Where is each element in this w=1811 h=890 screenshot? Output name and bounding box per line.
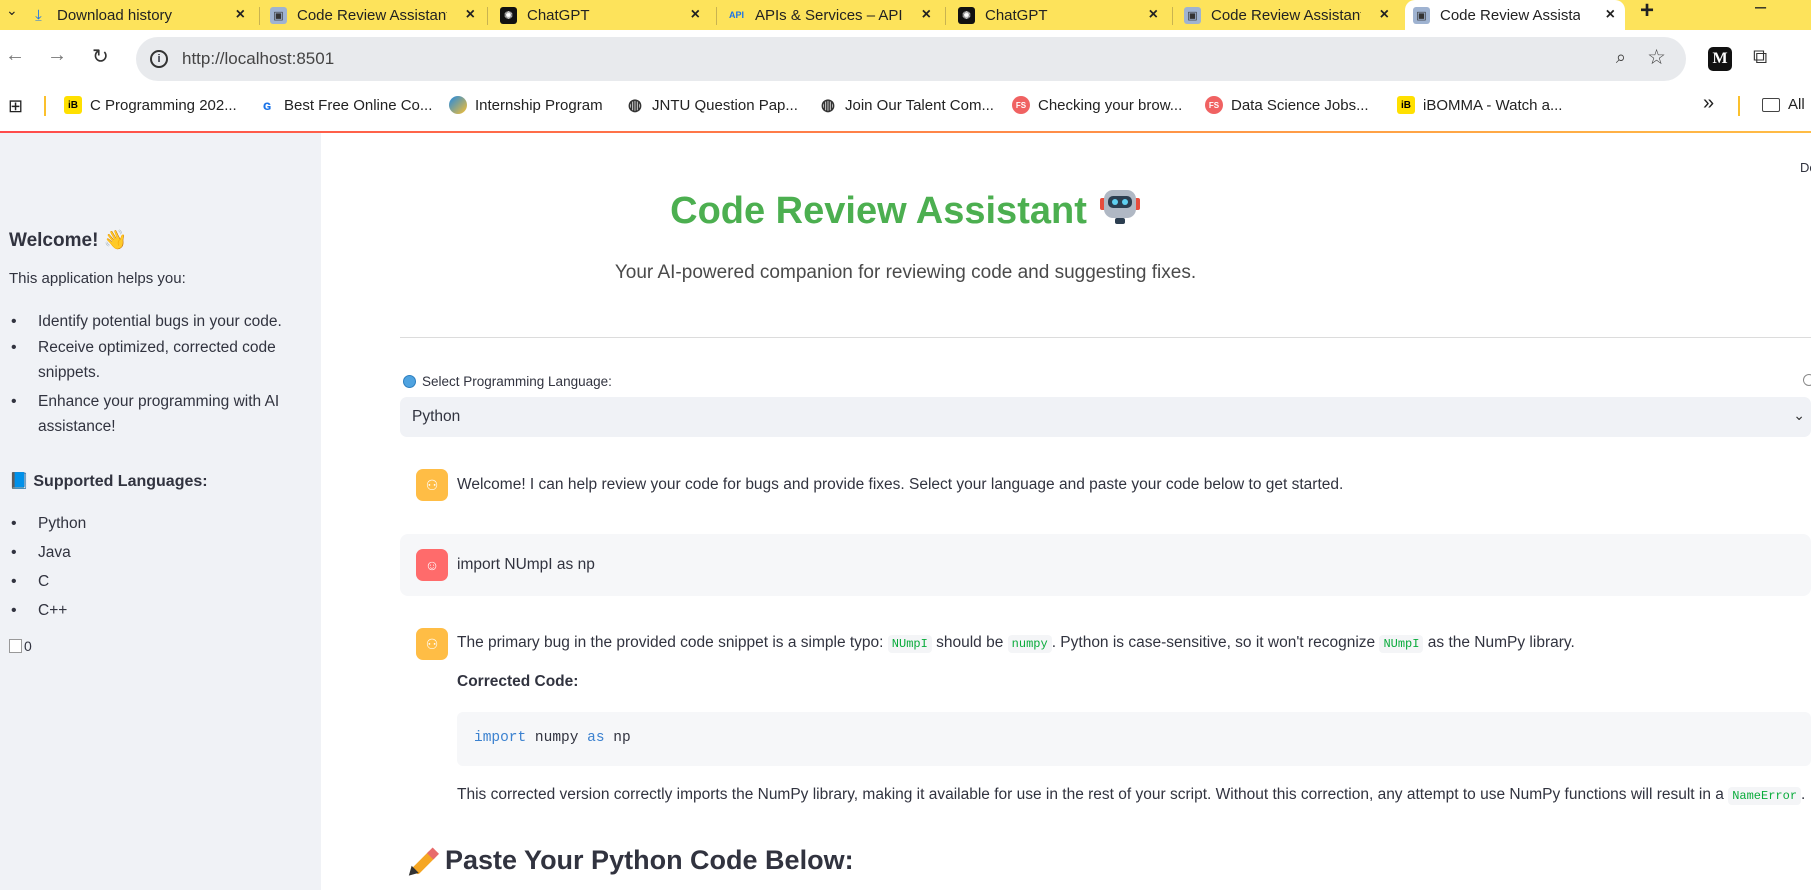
list-item: Receive optimized, corrected codesnippet… [9,335,282,385]
reload-icon[interactable]: ↻ [92,44,109,69]
globe-icon [403,375,416,388]
close-tab-icon[interactable]: × [466,6,475,24]
ib-icon: iB [1397,96,1415,114]
all-bookmarks-folder[interactable]: All [1762,96,1805,113]
selected-language: Python [412,408,461,425]
browser-tab[interactable]: ▣ Code Review Assistant × [270,0,485,30]
back-icon[interactable]: ← [5,44,25,67]
inline-code: numpy [1007,635,1052,653]
explanation-text: This corrected version correctly imports… [457,786,1806,805]
bookmark-item[interactable]: iB iBOMMA - Watch a... [1397,96,1562,114]
site-info-icon[interactable]: i [150,50,168,68]
globe-icon: ◍ [821,97,835,114]
assistant-avatar-icon: ⚇ [416,469,448,501]
feature-list: Identify potential bugs in your code. Re… [9,309,282,439]
broken-image-icon [9,639,22,653]
folder-icon [1762,97,1780,112]
chevron-down-icon: ⌄ [1793,407,1805,423]
internship-icon [449,96,467,114]
divider [400,337,1811,338]
list-item: C [9,567,86,596]
browser-tab[interactable]: API APIs & Services – API × [728,0,941,30]
minimize-button[interactable]: – [1755,0,1766,19]
globe-icon: ◍ [628,97,642,114]
code-block[interactable]: import numpy as np [457,712,1811,766]
tab-menu-chevron[interactable]: ⌄ [6,2,18,19]
inline-code: NUmpI [1379,635,1424,653]
browser-tab[interactable]: ✺ ChatGPT × [958,0,1168,30]
apps-grid-icon[interactable]: ⊞ [8,96,23,117]
ib-icon: iB [64,96,82,114]
close-tab-icon[interactable]: × [922,6,931,24]
new-tab-button[interactable]: + [1640,0,1654,25]
url-text[interactable]: http://localhost:8501 [182,49,334,69]
app-icon: ▣ [270,6,287,24]
forward-icon[interactable]: → [47,44,67,67]
list-item: Enhance your programming with AIassistan… [9,389,282,439]
inline-code: NameError [1728,787,1802,805]
fs-icon: FS [1205,96,1223,114]
bookmark-item[interactable]: FS Data Science Jobs... [1205,96,1369,114]
user-message: ☺ import NUmpI as np [400,534,1811,596]
extensions-icon[interactable]: ⧉ [1753,46,1767,69]
supported-languages-heading: 📘 Supported Languages: [9,473,208,490]
page-title: Code Review Assistant [0,186,1811,233]
language-select[interactable]: Python ⌄ [400,397,1811,437]
page-subtitle: Your AI-powered companion for reviewing … [614,262,1197,283]
zoom-icon[interactable]: ⌕ [1616,47,1626,68]
inline-code: NUmpI [887,635,932,653]
fs-icon: FS [1012,96,1030,114]
list-item: Identify potential bugs in your code. [9,309,282,334]
bookmarks-overflow-button[interactable]: » [1703,92,1714,115]
close-tab-icon[interactable]: × [691,6,700,24]
language-select-label: Select Programming Language: [403,374,612,389]
bookmark-item[interactable]: ɢ Best Free Online Co... [258,96,433,114]
medium-extension-icon[interactable]: M [1708,47,1732,71]
bookmark-item[interactable]: ◍ JNTU Question Pap... [626,96,798,115]
browser-tab-bar: ⌄ ⤓ Download history × ▣ Code Review Ass… [0,0,1811,30]
browser-tab[interactable]: ✺ ChatGPT × [500,0,710,30]
api-icon: API [728,10,744,20]
browser-tab[interactable]: ▣ Code Review Assistant × [1184,0,1399,30]
bookmark-item[interactable]: Internship Program [449,96,603,114]
robot-icon [1099,186,1141,226]
list-item: Java [9,538,86,567]
bookmark-star-icon[interactable]: ☆ [1647,45,1666,70]
app-icon: ▣ [1413,6,1430,24]
g-icon: ɢ [262,97,272,113]
browser-tab[interactable]: ⤓ Download history × [30,0,255,30]
list-item: Python [9,509,86,538]
bookmark-item[interactable]: iB C Programming 202... [64,96,237,114]
bookmark-item[interactable]: FS Checking your brow... [1012,96,1182,114]
paste-code-heading: Paste Your Python Code Below: [405,845,854,879]
chatgpt-icon: ✺ [958,6,975,24]
help-icon[interactable] [1803,374,1811,386]
address-bar[interactable]: i http://localhost:8501 ⌕ ☆ [136,37,1686,81]
assistant-avatar-icon: ⚇ [416,628,448,660]
broken-image: 0 [9,638,32,654]
chatgpt-icon: ✺ [500,6,517,24]
pencil-icon [405,846,440,879]
list-item: C++ [9,596,86,625]
corrected-code-label: Corrected Code: [457,673,579,690]
assistant-message: ⚇ Welcome! I can help review your code f… [400,460,1811,512]
app-icon: ▣ [1184,6,1201,24]
language-list: Python Java C C++ [9,509,86,625]
close-tab-icon[interactable]: × [1380,6,1389,24]
download-icon: ⤓ [35,6,42,24]
close-tab-icon[interactable]: × [1149,6,1158,24]
deploy-button[interactable]: De [1800,160,1811,175]
close-tab-icon[interactable]: × [236,6,245,24]
bookmark-item[interactable]: ◍ Join Our Talent Com... [819,96,994,115]
close-tab-icon[interactable]: × [1606,6,1615,24]
user-avatar-icon: ☺ [416,549,448,581]
browser-tab-active[interactable]: ▣ Code Review Assistant × [1405,0,1625,30]
